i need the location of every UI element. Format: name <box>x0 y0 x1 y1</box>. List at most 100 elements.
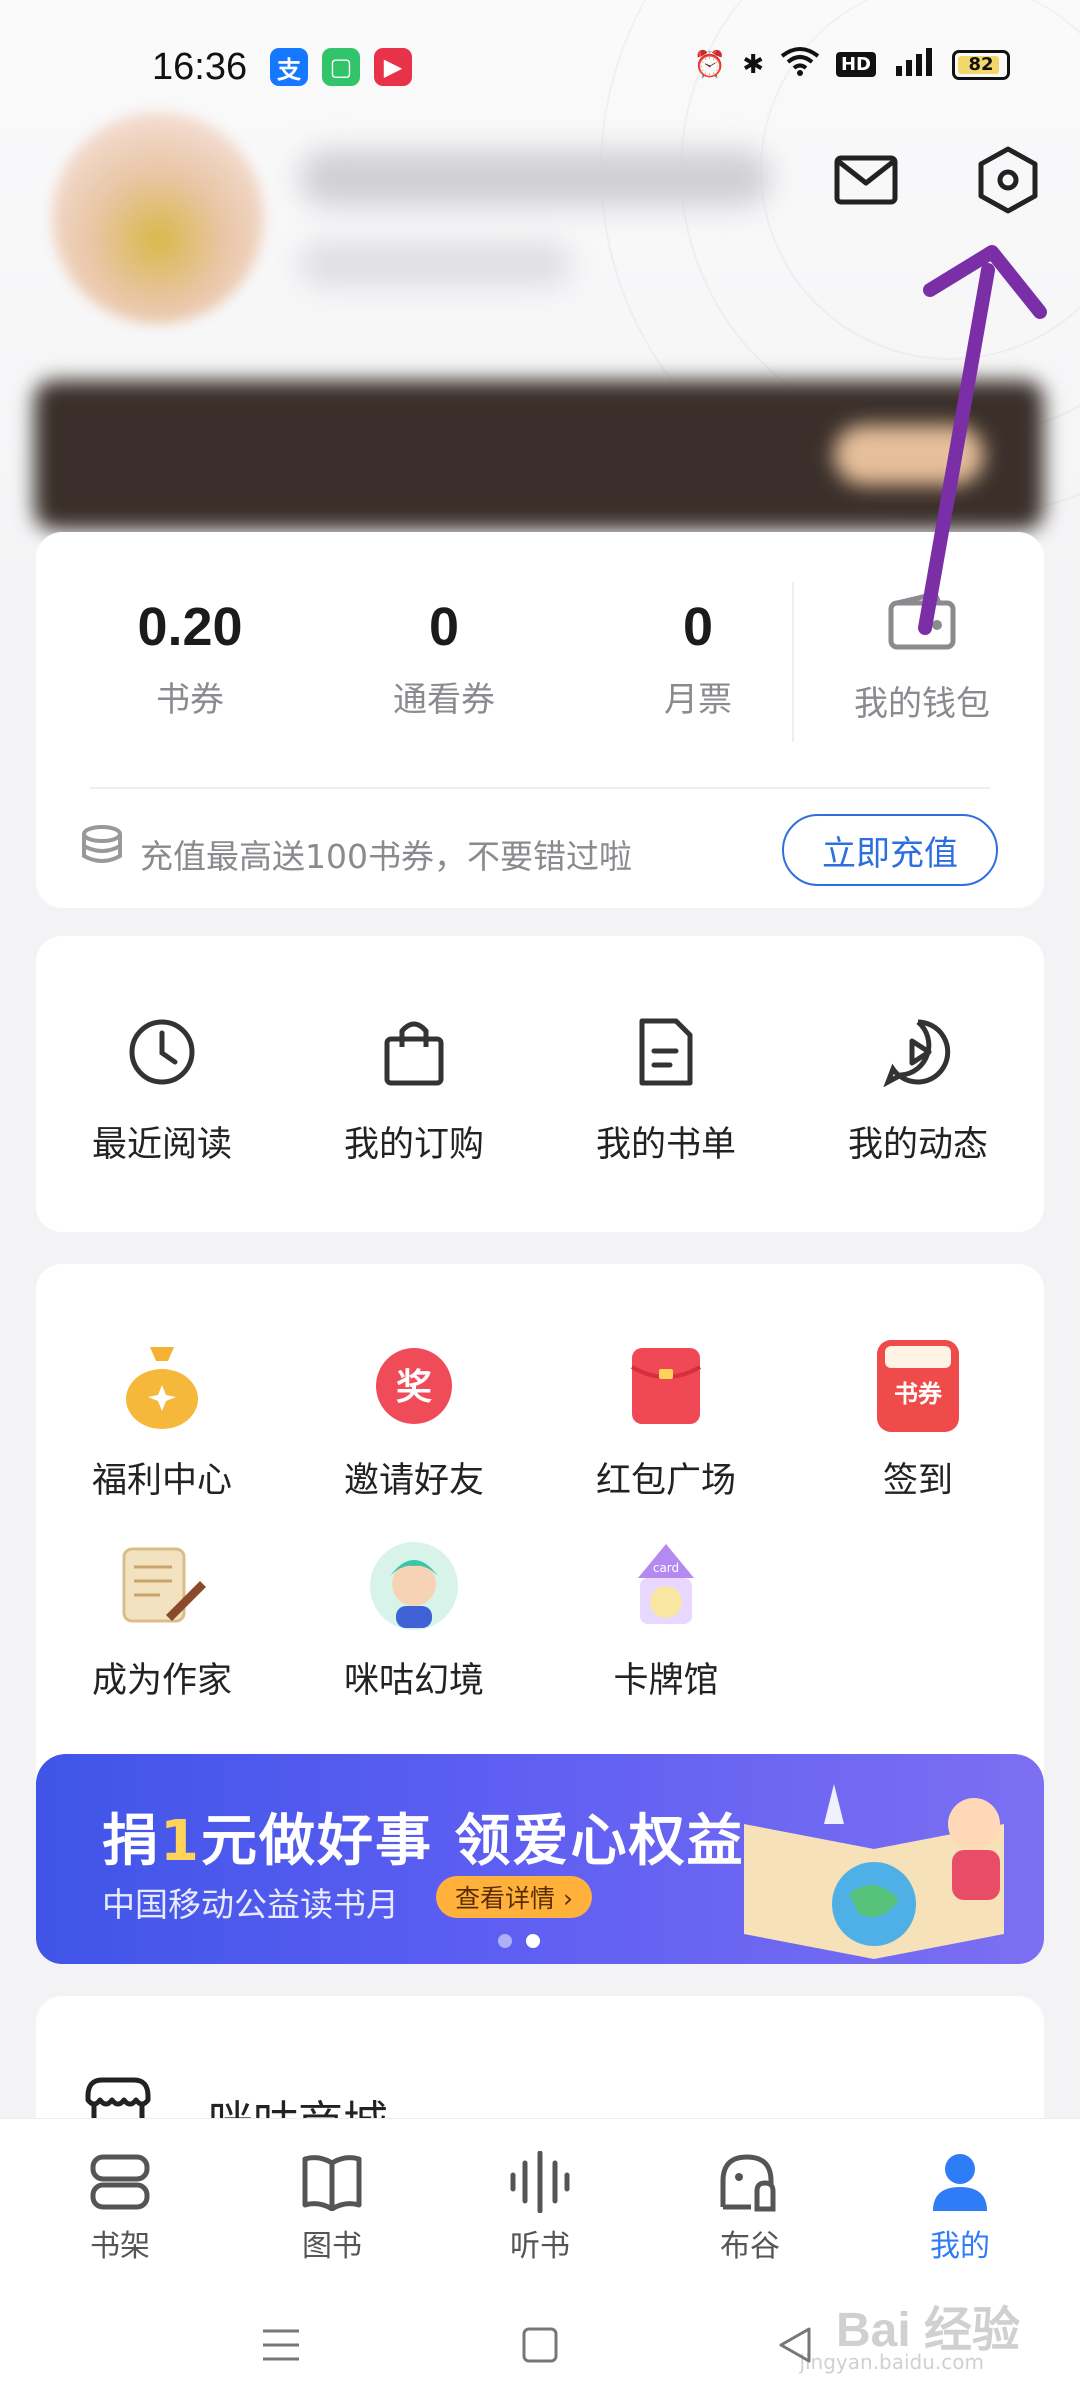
quick-link-label: 我的动态 <box>847 1125 988 1165</box>
invite-friends-button[interactable]: 奖 邀请好友 <box>314 1336 514 1503</box>
service-label: 福利中心 <box>91 1461 232 1501</box>
nav-profile[interactable]: 我的 <box>890 2149 1030 2265</box>
red-envelope-icon <box>616 1336 716 1436</box>
bluetooth-icon: ✱ <box>742 49 764 80</box>
hd-badge: HD <box>835 52 876 77</box>
menu-icon[interactable] <box>256 2320 306 2370</box>
nav-audiobooks[interactable]: 听书 <box>470 2149 610 2265</box>
stat-value: 0 <box>428 597 460 657</box>
stat-label: 通看券 <box>393 680 495 720</box>
username-blurred[interactable] <box>300 150 770 206</box>
stat-view-coupons[interactable]: 0 通看券 <box>344 596 544 721</box>
service-label: 签到 <box>882 1461 953 1501</box>
card-house-icon: card <box>616 1536 716 1636</box>
status-bar: 16:36 支 ▢ ▶ ⏰ ✱ HD 82 <box>0 40 1080 100</box>
quick-link-label: 我的订购 <box>343 1125 484 1165</box>
coupon-calendar-icon: 书券 <box>868 1336 968 1436</box>
bird-icon <box>715 2149 785 2215</box>
wallet-divider <box>792 582 794 742</box>
shopping-bag-icon <box>374 1012 454 1092</box>
award-badge-text: 奖 <box>396 1367 432 1408</box>
play-circle-icon <box>878 1012 958 1092</box>
coins-icon <box>80 824 124 872</box>
title-part: 元做好事 领爱心权益 <box>200 1809 745 1874</box>
recharge-promo-text: 充值最高送100书券，不要错过啦 <box>140 837 632 876</box>
nav-books[interactable]: 图书 <box>262 2149 402 2265</box>
charity-banner-title: 捐1元做好事 领爱心权益 <box>102 1796 744 1877</box>
award-badge-icon: 奖 <box>364 1336 464 1436</box>
stat-value: 0 <box>682 597 714 657</box>
coupon-badge-text: 书券 <box>894 1380 943 1408</box>
quick-links-card: 最近阅读 我的订购 我的书单 我的动态 <box>36 936 1044 1232</box>
stat-value: 0.20 <box>137 597 243 657</box>
status-indicators: ⏰ ✱ HD 82 <box>694 46 1010 83</box>
nav-label: 听书 <box>510 2229 570 2264</box>
money-bag-icon <box>112 1336 212 1436</box>
profile-icon <box>925 2149 995 2215</box>
scroll-pen-icon <box>112 1536 212 1636</box>
recent-reading-button[interactable]: 最近阅读 <box>62 1012 262 1167</box>
services-card: 福利中心 奖 邀请好友 红包广场 书券 签到 成为作家 咪咕幻境 card 卡牌… <box>36 1264 1044 1964</box>
service-label: 卡牌馆 <box>613 1661 719 1701</box>
signal-icon <box>892 46 936 83</box>
document-icon <box>626 1012 706 1092</box>
title-highlight: 1 <box>160 1809 201 1874</box>
charity-banner[interactable]: 捐1元做好事 领爱心权益 中国移动公益读书月 查看详情 › <box>36 1754 1044 1964</box>
chat-app-icon: ▢ <box>322 48 360 86</box>
card-hall-button[interactable]: card 卡牌馆 <box>566 1536 766 1703</box>
book-open-icon <box>297 2149 367 2215</box>
card-badge-text: card <box>653 1561 679 1575</box>
my-booklist-button[interactable]: 我的书单 <box>566 1012 766 1167</box>
stat-label: 书券 <box>156 680 224 720</box>
video-app-icon: ▶ <box>374 48 412 86</box>
alipay-icon: 支 <box>270 48 308 86</box>
migu-wonderland-button[interactable]: 咪咕幻境 <box>314 1536 514 1703</box>
quick-link-label: 我的书单 <box>595 1125 736 1165</box>
quick-link-label: 最近阅读 <box>91 1125 232 1165</box>
bottom-navigation: 书架 图书 听书 布谷 我的 <box>0 2118 1080 2278</box>
nav-label: 图书 <box>302 2229 362 2264</box>
service-label: 咪咕幻境 <box>343 1661 484 1701</box>
stat-monthly-tickets[interactable]: 0 月票 <box>598 596 798 721</box>
service-label: 红包广场 <box>595 1461 736 1501</box>
clock-icon <box>122 1012 202 1092</box>
nav-label: 我的 <box>930 2229 990 2264</box>
baidu-watermark-url: jingyan.baidu.com <box>799 2350 984 2374</box>
carousel-indicator <box>498 1934 540 1948</box>
my-wallet-button[interactable]: 我的钱包 <box>812 588 1032 725</box>
settings-hexagon-icon[interactable] <box>968 140 1048 220</box>
wallet-card: 0.20 书券 0 通看券 0 月票 我的钱包 充值最高送100书券，不要错过啦… <box>36 532 1044 908</box>
stat-label: 月票 <box>664 680 732 720</box>
nav-label: 书架 <box>90 2229 150 2264</box>
banner-illustration <box>744 1784 1004 1959</box>
charity-banner-subtitle: 中国移动公益读书月 <box>102 1885 399 1924</box>
alarm-icon: ⏰ <box>693 49 727 80</box>
home-icon[interactable] <box>515 2320 565 2370</box>
wifi-icon <box>780 46 820 83</box>
nav-bookshelf[interactable]: 书架 <box>50 2149 190 2265</box>
vip-membership-banner[interactable] <box>34 380 1044 530</box>
welfare-center-button[interactable]: 福利中心 <box>62 1336 262 1503</box>
stat-book-coupons[interactable]: 0.20 书券 <box>90 596 290 721</box>
nav-bugu[interactable]: 布谷 <box>680 2149 820 2265</box>
bookshelf-icon <box>85 2149 155 2215</box>
status-time: 16:36 <box>152 46 248 88</box>
wallet-icon <box>812 588 1032 654</box>
mail-icon[interactable] <box>826 140 906 220</box>
divider <box>90 787 990 789</box>
red-envelope-square-button[interactable]: 红包广场 <box>566 1336 766 1503</box>
battery-icon: 82 <box>952 49 1010 80</box>
service-label: 成为作家 <box>91 1661 232 1701</box>
recharge-button[interactable]: 立即充值 <box>782 814 998 886</box>
become-author-button[interactable]: 成为作家 <box>62 1536 262 1703</box>
my-orders-button[interactable]: 我的订购 <box>314 1012 514 1167</box>
my-activity-button[interactable]: 我的动态 <box>818 1012 1018 1167</box>
avatar[interactable] <box>52 112 264 324</box>
user-id-blurred <box>300 242 570 286</box>
avatar-character-icon <box>364 1536 464 1636</box>
title-part: 捐 <box>102 1809 160 1874</box>
nav-label: 布谷 <box>720 2229 780 2264</box>
view-details-button[interactable]: 查看详情 › <box>436 1876 592 1918</box>
check-in-button[interactable]: 书券 签到 <box>818 1336 1018 1503</box>
battery-level: 82 <box>968 54 994 75</box>
